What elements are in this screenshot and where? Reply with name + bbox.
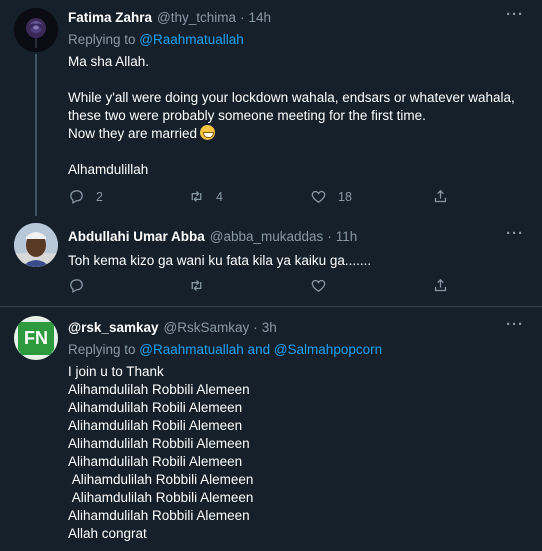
like-button[interactable]: 18	[310, 188, 352, 205]
user-handle[interactable]: @RskSamkay	[164, 320, 250, 335]
fn-logo-avatar-image: FN	[14, 316, 58, 360]
tweet-actions: 2 4 18	[68, 188, 468, 208]
tweet-fatima[interactable]: Fatima Zahra @thy_tchima · 14h ··· Reply…	[0, 0, 542, 216]
more-options-icon[interactable]: ···	[506, 225, 524, 242]
replying-to: Replying to @Raahmatuallah and @Salmahpo…	[68, 342, 383, 357]
tweet-header: Abdullahi Umar Abba @abba_mukaddas · 11h	[68, 229, 358, 244]
retweet-button[interactable]: 4	[188, 188, 223, 205]
tweet-header: Fatima Zahra @thy_tchima · 14h	[68, 10, 272, 25]
reply-button[interactable]	[68, 277, 85, 294]
share-icon	[434, 189, 447, 203]
thread-line	[35, 54, 37, 216]
tweet-abdullahi[interactable]: Abdullahi Umar Abba @abba_mukaddas · 11h…	[0, 215, 542, 303]
user-handle[interactable]: @abba_mukaddas	[210, 229, 324, 244]
reply-count: 2	[96, 189, 103, 204]
heart-icon	[311, 279, 326, 292]
retweet-icon	[191, 280, 202, 291]
like-button[interactable]	[310, 277, 327, 294]
retweet-button[interactable]	[188, 277, 205, 294]
rose-avatar-image	[14, 8, 58, 52]
share-button[interactable]	[432, 188, 449, 205]
grinning-face-emoji-icon	[200, 125, 216, 140]
user-photo-avatar-image	[14, 223, 58, 267]
tweet-text: I join u to Thank Alihamdulilah Robbili …	[68, 364, 254, 541]
tweet-header: @rsk_samkay @RskSamkay · 3h	[68, 320, 277, 335]
timestamp[interactable]: 3h	[262, 320, 277, 335]
retweet-icon	[191, 191, 202, 202]
more-options-icon[interactable]: ···	[506, 6, 524, 23]
timestamp[interactable]: 14h	[249, 10, 272, 25]
tweet-text-paragraph: While y'all were doing your lockdown wah…	[68, 90, 515, 141]
reply-icon	[70, 190, 83, 205]
like-count: 18	[338, 189, 352, 204]
display-name[interactable]: Fatima Zahra	[68, 10, 152, 25]
retweet-count: 4	[216, 189, 223, 204]
reply-button[interactable]: 2	[68, 188, 103, 205]
share-icon	[434, 278, 447, 292]
tweet-text: Toh kema kizo ga wani ku fata kila ya ka…	[68, 253, 372, 268]
display-name[interactable]: Abdullahi Umar Abba	[68, 229, 205, 244]
share-button[interactable]	[432, 277, 449, 294]
user-handle[interactable]: @thy_tchima	[157, 10, 236, 25]
avatar[interactable]	[14, 223, 58, 267]
reply-icon	[70, 279, 83, 294]
heart-icon	[311, 190, 326, 203]
timestamp[interactable]: 11h	[336, 229, 358, 244]
tweet-actions	[68, 277, 468, 297]
svg-text:FN: FN	[24, 328, 48, 348]
more-options-icon[interactable]: ···	[506, 316, 524, 333]
tweet-text-line3: Alhamdulillah	[68, 162, 149, 177]
mention-links[interactable]: @Raahmatuallah and @Salmahpopcorn	[139, 342, 382, 357]
replying-to: Replying to @Raahmatuallah	[68, 32, 244, 47]
tweet-rsk-samkay[interactable]: FN @rsk_samkay @RskSamkay · 3h ··· Reply…	[0, 307, 542, 551]
display-name[interactable]: @rsk_samkay	[68, 320, 159, 335]
mention-link[interactable]: @Raahmatuallah	[139, 32, 244, 47]
tweet-text-line1: Ma sha Allah.	[68, 54, 150, 69]
avatar[interactable]	[14, 8, 58, 52]
avatar[interactable]: FN	[14, 316, 58, 360]
